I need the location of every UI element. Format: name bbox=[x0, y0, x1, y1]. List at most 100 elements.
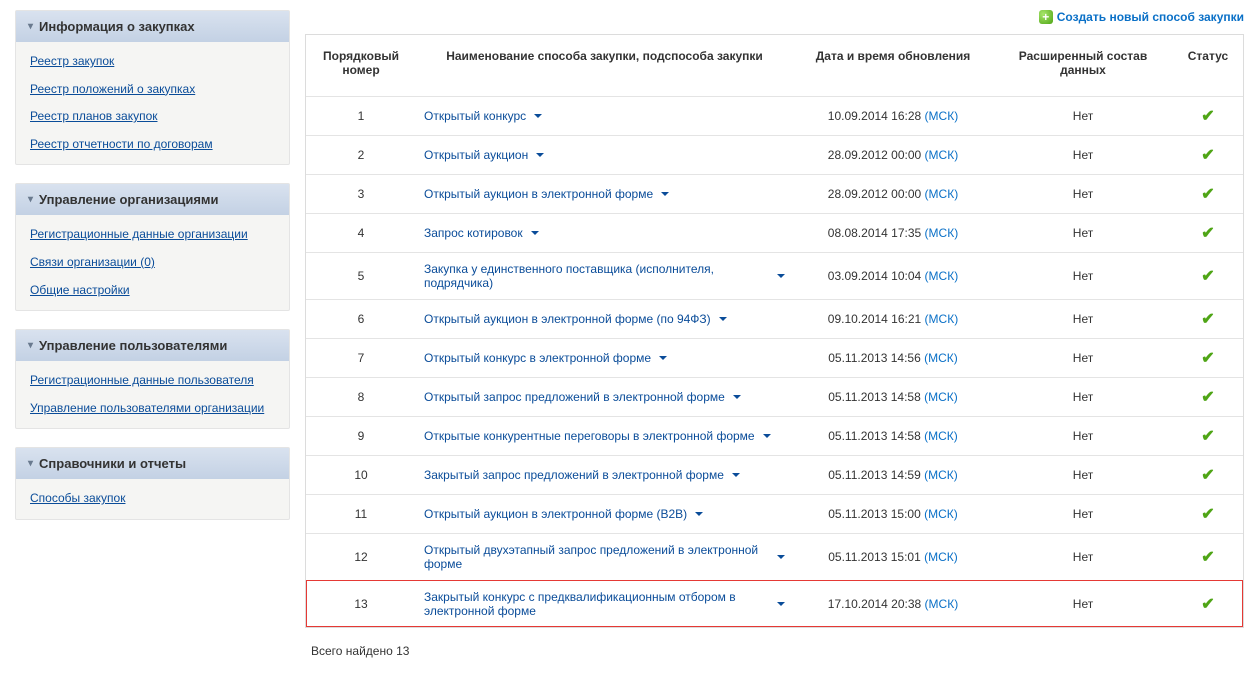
sidebar-link[interactable]: Регистрационные данные пользователя bbox=[30, 373, 275, 389]
table-row: 9Открытые конкурентные переговоры в элек… bbox=[306, 416, 1243, 455]
row-name-label: Закрытый запрос предложений в электронно… bbox=[424, 468, 724, 482]
row-name-link[interactable]: Открытый аукцион в электронной форме bbox=[424, 187, 669, 201]
sidebar-section-header[interactable]: ▾Управление пользователями bbox=[16, 330, 289, 361]
chevron-down-icon: ▾ bbox=[28, 194, 33, 205]
row-name-label: Открытый запрос предложений в электронно… bbox=[424, 390, 725, 404]
row-status: ✔ bbox=[1173, 533, 1243, 580]
check-icon: ✔ bbox=[1201, 549, 1214, 566]
row-extended: Нет bbox=[993, 455, 1173, 494]
row-status: ✔ bbox=[1173, 174, 1243, 213]
row-name-link[interactable]: Открытый конкурс bbox=[424, 109, 542, 123]
row-timezone: (МСК) bbox=[925, 148, 959, 162]
check-icon: ✔ bbox=[1201, 596, 1214, 613]
row-date: 05.11.2013 14:56 (МСК) bbox=[793, 338, 993, 377]
methods-table: Порядковый номер Наименование способа за… bbox=[306, 35, 1243, 627]
check-icon: ✔ bbox=[1201, 108, 1214, 125]
row-name-label: Открытый конкурс в электронной форме bbox=[424, 351, 651, 365]
create-method-link[interactable]: + Создать новый способ закупки bbox=[1039, 10, 1244, 24]
table-row: 4Запрос котировок08.08.2014 17:35 (МСК)Н… bbox=[306, 213, 1243, 252]
sidebar-section-header[interactable]: ▾ Управление организациями bbox=[16, 184, 289, 215]
row-name-link[interactable]: Запрос котировок bbox=[424, 226, 539, 240]
table-row: 5Закупка у единственного поставщика (исп… bbox=[306, 252, 1243, 299]
row-timezone: (МСК) bbox=[925, 269, 959, 283]
sidebar-link[interactable]: Реестр закупок bbox=[30, 54, 275, 70]
row-name-link[interactable]: Открытый аукцион в электронной форме (B2… bbox=[424, 507, 703, 521]
sidebar-link[interactable]: Реестр планов закупок bbox=[30, 109, 275, 125]
chevron-down-icon: ▾ bbox=[28, 340, 33, 351]
row-name-link[interactable]: Открытые конкурентные переговоры в элект… bbox=[424, 429, 771, 443]
sidebar-link[interactable]: Связи организации (0) bbox=[30, 255, 275, 271]
row-date: 03.09.2014 10:04 (МСК) bbox=[793, 252, 993, 299]
table-row: 1Открытый конкурс10.09.2014 16:28 (МСК)Н… bbox=[306, 96, 1243, 135]
row-extended: Нет bbox=[993, 213, 1173, 252]
row-number: 3 bbox=[306, 174, 416, 213]
row-name-label: Запрос котировок bbox=[424, 226, 523, 240]
row-status: ✔ bbox=[1173, 377, 1243, 416]
dropdown-arrow-icon bbox=[733, 395, 741, 399]
sidebar-link[interactable]: Управление пользователями организации bbox=[30, 401, 275, 417]
row-extended: Нет bbox=[993, 174, 1173, 213]
sidebar: ▾Информация о закупках Реестр закупок Реес… bbox=[15, 10, 290, 674]
row-name-label: Закупка у единственного поставщика (испо… bbox=[424, 262, 769, 290]
dropdown-arrow-icon bbox=[661, 192, 669, 196]
row-timezone: (МСК) bbox=[925, 597, 959, 611]
row-status: ✔ bbox=[1173, 213, 1243, 252]
row-name-cell: Открытый конкурс в электронной форме bbox=[416, 338, 793, 377]
row-extended: Нет bbox=[993, 533, 1173, 580]
row-status: ✔ bbox=[1173, 416, 1243, 455]
row-date-value: 05.11.2013 14:58 bbox=[828, 390, 921, 404]
sidebar-link[interactable]: Реестр отчетности по договорам bbox=[30, 137, 275, 153]
row-date: 10.09.2014 16:28 (МСК) bbox=[793, 96, 993, 135]
row-date: 05.11.2013 14:58 (МСК) bbox=[793, 377, 993, 416]
sidebar-section-title: Справочники и отчеты bbox=[39, 456, 186, 471]
row-extended: Нет bbox=[993, 338, 1173, 377]
row-name-label: Открытый аукцион в электронной форме (по… bbox=[424, 312, 711, 326]
row-name-link[interactable]: Открытый аукцион в электронной форме (по… bbox=[424, 312, 727, 326]
row-number: 7 bbox=[306, 338, 416, 377]
row-name-link[interactable]: Закрытый запрос предложений в электронно… bbox=[424, 468, 740, 482]
sidebar-link[interactable]: Регистрационные данные организации bbox=[30, 227, 275, 243]
row-name-link[interactable]: Закупка у единственного поставщика (испо… bbox=[424, 262, 785, 290]
row-status: ✔ bbox=[1173, 299, 1243, 338]
row-number: 13 bbox=[306, 580, 416, 627]
sidebar-link[interactable]: Общие настройки bbox=[30, 283, 275, 299]
dropdown-arrow-icon bbox=[536, 153, 544, 157]
row-number: 12 bbox=[306, 533, 416, 580]
row-date: 08.08.2014 17:35 (МСК) bbox=[793, 213, 993, 252]
row-name-cell: Открытый аукцион в электронной форме (B2… bbox=[416, 494, 793, 533]
table-row: 7 Открытый конкурс в электронной форме 05.… bbox=[306, 338, 1243, 377]
row-name-cell: Открытый аукцион в электронной форме (по… bbox=[416, 299, 793, 338]
row-status: ✔ bbox=[1173, 580, 1243, 627]
sidebar-section-header[interactable]: ▾Справочники и отчеты bbox=[16, 448, 289, 479]
row-extended: Нет bbox=[993, 494, 1173, 533]
row-status: ✔ bbox=[1173, 252, 1243, 299]
row-extended: Нет bbox=[993, 252, 1173, 299]
row-name-cell: Открытый двухэтапный запрос предложений … bbox=[416, 533, 793, 580]
check-icon: ✔ bbox=[1201, 225, 1214, 242]
row-date-value: 05.11.2013 15:01 bbox=[828, 550, 921, 564]
sidebar-section-title: Управление организациями bbox=[39, 192, 219, 207]
row-date: 17.10.2014 20:38 (МСК) bbox=[793, 580, 993, 627]
row-name-label: Открытый двухэтапный запрос предложений … bbox=[424, 543, 769, 571]
table-row: 8Открытый запрос предложений в электронн… bbox=[306, 377, 1243, 416]
sidebar-link[interactable]: Реестр положений о закупках bbox=[30, 82, 275, 98]
table-row: 13 Закрытый конкурс с предквалификационны… bbox=[306, 580, 1243, 627]
col-header-name: Наименование способа закупки, подспособа… bbox=[416, 35, 793, 96]
row-timezone: (МСК) bbox=[924, 468, 958, 482]
row-date-value: 09.10.2014 16:21 bbox=[828, 312, 921, 326]
dropdown-arrow-icon bbox=[534, 114, 542, 118]
table-row: 6 Открытый аукцион в электронной форме (п… bbox=[306, 299, 1243, 338]
row-name-link[interactable]: Открытый двухэтапный запрос предложений … bbox=[424, 543, 785, 571]
row-name-link[interactable]: Открытый конкурс в электронной форме bbox=[424, 351, 667, 365]
row-name-link[interactable]: Открытый аукцион bbox=[424, 148, 544, 162]
dropdown-arrow-icon bbox=[777, 555, 785, 559]
row-name-link[interactable]: Закрытый конкурс с предквалификационным … bbox=[424, 590, 785, 618]
row-name-link[interactable]: Открытый запрос предложений в электронно… bbox=[424, 390, 741, 404]
row-date-value: 03.09.2014 10:04 bbox=[828, 269, 921, 283]
sidebar-link[interactable]: Способы закупок bbox=[30, 491, 275, 507]
row-number: 6 bbox=[306, 299, 416, 338]
sidebar-section-header[interactable]: ▾Информация о закупках bbox=[16, 11, 289, 42]
row-timezone: (МСК) bbox=[924, 507, 958, 521]
row-number: 11 bbox=[306, 494, 416, 533]
row-timezone: (МСК) bbox=[925, 312, 959, 326]
